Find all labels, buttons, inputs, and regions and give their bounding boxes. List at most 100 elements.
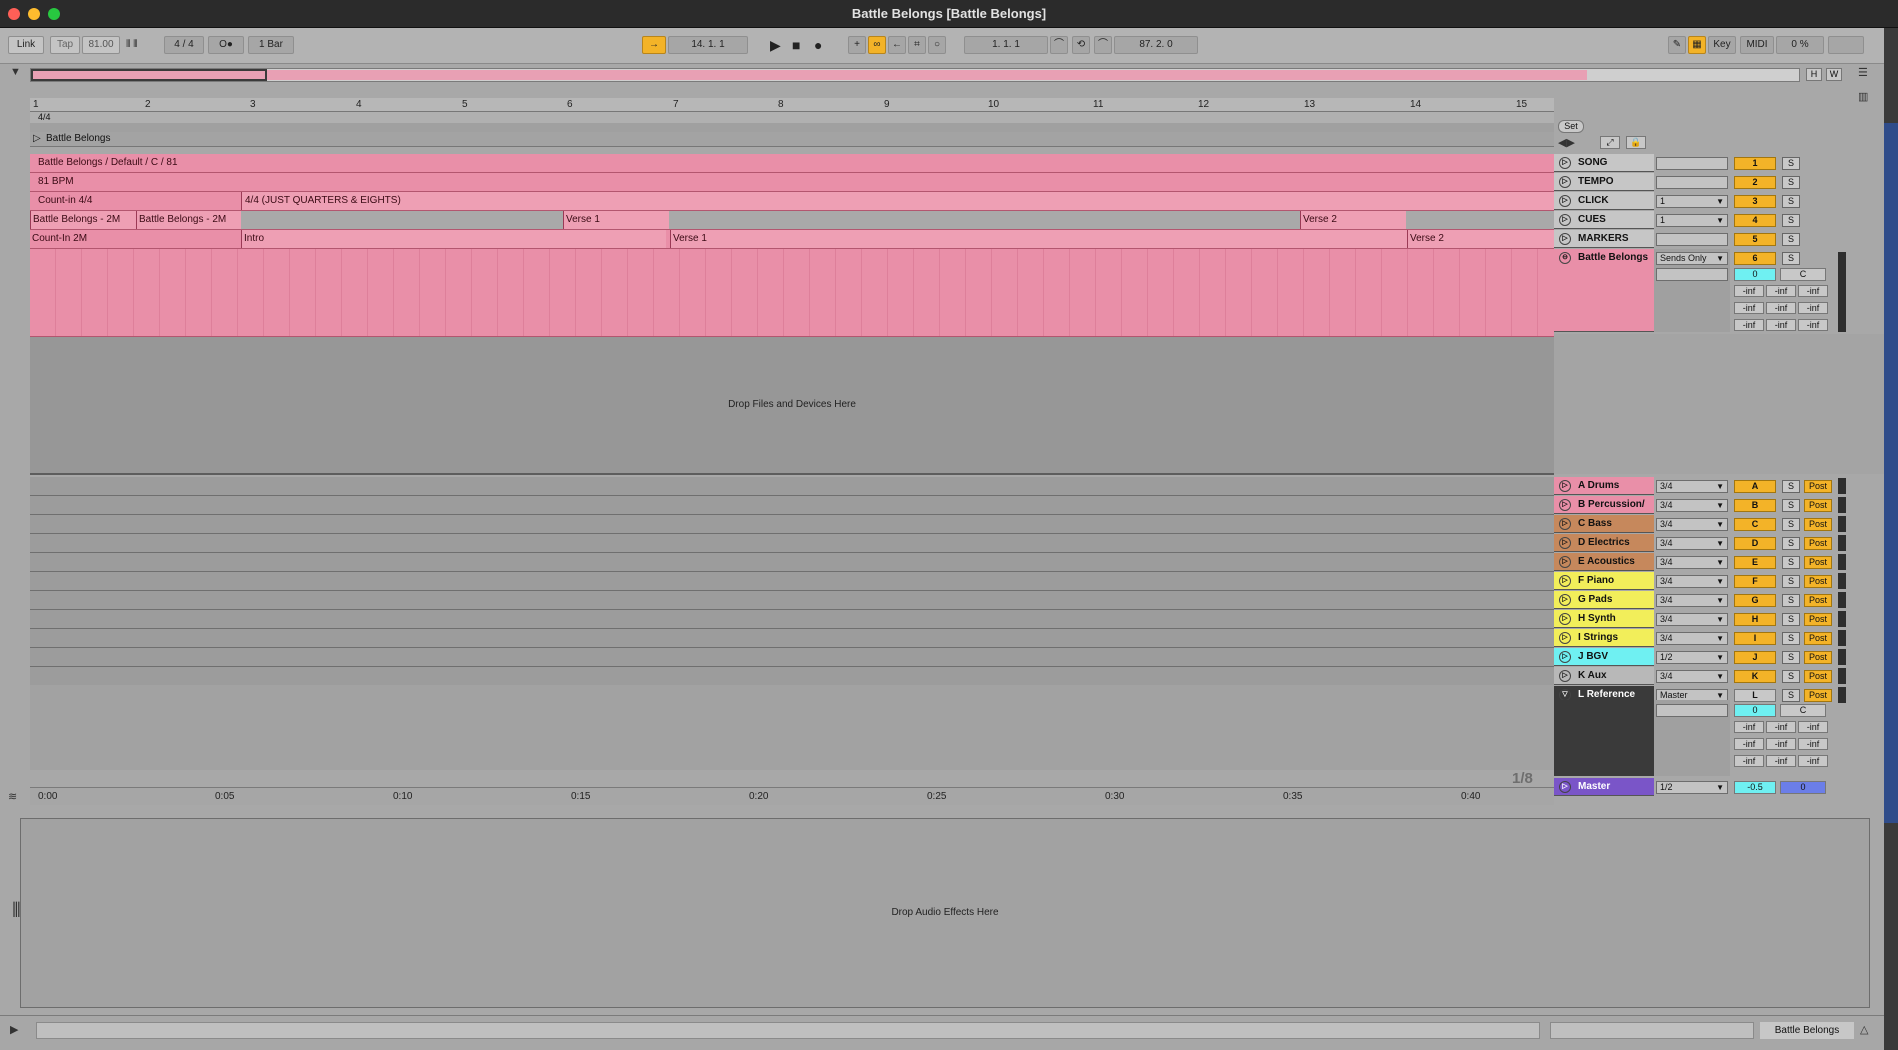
track-io-tempo[interactable] [1656, 176, 1728, 189]
group-lane[interactable] [30, 648, 1554, 667]
group-io-select[interactable]: 3/4 ▼ [1656, 575, 1728, 588]
time-ruler[interactable]: 0:00 0:05 0:10 0:15 0:20 0:25 0:30 0:35 … [30, 787, 1554, 805]
click-clip[interactable]: 4/4 (JUST QUARTERS & EIGHTS) [245, 195, 401, 206]
track-fold-icon[interactable]: ▷ [1559, 480, 1571, 492]
track-header-group[interactable]: ▷ J BGV [1554, 648, 1654, 666]
group-io-select[interactable]: 3/4 ▼ [1656, 632, 1728, 645]
tap-button[interactable]: Tap [50, 36, 80, 54]
key-map-button[interactable]: Key [1708, 36, 1736, 54]
song-track-lane[interactable]: Battle Belongs / Default / C / 81 [30, 154, 1554, 173]
marker-clip[interactable]: Count-In 2M [32, 233, 87, 244]
solo-button[interactable]: S [1782, 214, 1800, 227]
send-level[interactable]: -inf [1798, 285, 1828, 297]
song-clip[interactable]: Battle Belongs / Default / C / 81 [38, 157, 178, 168]
track-fold-icon[interactable]: ▷ [1559, 537, 1571, 549]
quantize-select[interactable]: 1 Bar [248, 36, 294, 54]
solo-button[interactable]: S [1782, 537, 1800, 550]
post-button[interactable]: Post [1804, 613, 1832, 626]
metronome-button[interactable]: O● [208, 36, 244, 54]
track-activator-tempo[interactable]: 2 [1734, 176, 1776, 189]
group-lane[interactable] [30, 534, 1554, 553]
track-fold-icon[interactable]: ▷ [1559, 233, 1571, 245]
cue-clip[interactable]: Verse 2 [1300, 211, 1406, 229]
collapse-overview-icon[interactable]: ▼ [10, 66, 21, 78]
track-header-markers[interactable]: ▷ MARKERS [1554, 230, 1654, 248]
track-header-group[interactable]: ▷ G Pads [1554, 591, 1654, 609]
track-header-cues[interactable]: ▷ CUES [1554, 211, 1654, 229]
track-io-cues[interactable]: 1 ▼ [1656, 214, 1728, 227]
play-icon[interactable]: ▶ [770, 36, 781, 54]
track-header-group[interactable]: ▷ K Aux [1554, 667, 1654, 685]
track-fold-icon[interactable]: ▷ [1559, 518, 1571, 530]
post-button[interactable]: Post [1804, 575, 1832, 588]
cues-track-lane[interactable]: Battle Belongs - 2M Battle Belongs - 2M … [30, 211, 1554, 230]
track-header-group[interactable]: ▷ A Drums [1554, 477, 1654, 495]
click-track-lane[interactable]: Count-in 4/4 4/4 (JUST QUARTERS & EIGHTS… [30, 192, 1554, 211]
reference-volume[interactable]: 0 [1734, 704, 1776, 717]
solo-button[interactable]: S [1782, 480, 1800, 493]
nudge-icon[interactable]: ⦀ ⦀ [126, 36, 138, 54]
group-io-select[interactable]: 3/4 ▼ [1656, 518, 1728, 531]
group-lane[interactable] [30, 591, 1554, 610]
tempo-field[interactable]: 81.00 [82, 36, 120, 54]
post-button[interactable]: Post [1804, 556, 1832, 569]
solo-button[interactable]: S [1782, 632, 1800, 645]
solo-button[interactable]: S [1782, 195, 1800, 208]
group-activator-button[interactable]: G [1734, 594, 1776, 607]
markers-track-lane[interactable]: Count-In 2M Intro Verse 1 Verse 2 [30, 230, 1554, 249]
w-button[interactable]: W [1826, 68, 1842, 81]
track-activator-battle[interactable]: 6 [1734, 252, 1776, 265]
click-clip[interactable]: Count-in 4/4 [38, 195, 92, 206]
capture-icon[interactable]: ⌗ [908, 36, 926, 54]
back-icon[interactable]: ← [888, 36, 906, 54]
tempo-clip[interactable]: 81 BPM [38, 176, 74, 187]
solo-button[interactable]: S [1782, 594, 1800, 607]
follow-view-icon[interactable]: ≋ [8, 790, 17, 803]
send-level[interactable]: -inf [1766, 319, 1796, 331]
group-activator-button[interactable]: L [1734, 689, 1776, 702]
track-fold-icon[interactable]: ▷ [1559, 781, 1571, 793]
group-lane[interactable] [30, 610, 1554, 629]
track-header-tempo[interactable]: ▷ TEMPO [1554, 173, 1654, 191]
group-lane[interactable] [30, 515, 1554, 534]
group-io-select[interactable]: 3/4 ▼ [1656, 670, 1728, 683]
post-button[interactable]: Post [1804, 480, 1832, 493]
song-overview[interactable] [30, 68, 1800, 82]
master-volume[interactable]: -0.5 [1734, 781, 1776, 794]
loop-length-field[interactable]: 87. 2. 0 [1114, 36, 1198, 54]
track-fold-icon[interactable]: ▷ [1559, 651, 1571, 663]
group-activator-button[interactable]: D [1734, 537, 1776, 550]
track-fold-icon[interactable]: ▷ [1559, 176, 1571, 188]
track-io-markers[interactable] [1656, 233, 1728, 246]
track-fold-icon[interactable]: ▷ [1559, 613, 1571, 625]
post-button[interactable]: Post [1804, 518, 1832, 531]
track-fold-icon[interactable]: ▷ [1559, 157, 1571, 169]
drop-files-zone[interactable]: Drop Files and Devices Here [30, 337, 1554, 475]
send-level[interactable]: -inf [1798, 302, 1828, 314]
track-fold-icon[interactable]: ▷ [1559, 632, 1571, 644]
punch-in-icon[interactable]: ⌒ [1050, 36, 1068, 54]
track-header-song[interactable]: ▷ SONG [1554, 154, 1654, 172]
track-fold-icon[interactable]: ▷ [1559, 214, 1571, 226]
signature-marker[interactable]: 4/4 [38, 112, 51, 122]
send-level[interactable]: -inf [1734, 302, 1764, 314]
locator-lane[interactable] [30, 123, 1554, 132]
signature-lane[interactable]: 4/4 [30, 112, 1554, 123]
device-view-toggle-icon[interactable]: △ [1860, 1023, 1868, 1036]
group-activator-button[interactable]: J [1734, 651, 1776, 664]
solo-button[interactable]: S [1782, 518, 1800, 531]
track-io-song[interactable] [1656, 157, 1728, 170]
track-fold-icon[interactable]: ▷ [1559, 499, 1571, 511]
group-lane[interactable] [30, 572, 1554, 591]
group-activator-button[interactable]: H [1734, 613, 1776, 626]
send-level[interactable]: -inf [1734, 755, 1764, 767]
group-io-select[interactable]: 1/2 ▼ [1656, 651, 1728, 664]
device-view[interactable]: Drop Audio Effects Here [20, 818, 1870, 1008]
group-activator-button[interactable]: E [1734, 556, 1776, 569]
track-output-battle[interactable] [1656, 268, 1728, 281]
track-header-group[interactable]: ▷ H Synth [1554, 610, 1654, 628]
solo-button[interactable]: S [1782, 252, 1800, 265]
post-button[interactable]: Post [1804, 499, 1832, 512]
battle-belongs-lane[interactable] [30, 249, 1554, 337]
track-header-group[interactable]: ▷ C Bass [1554, 515, 1654, 533]
